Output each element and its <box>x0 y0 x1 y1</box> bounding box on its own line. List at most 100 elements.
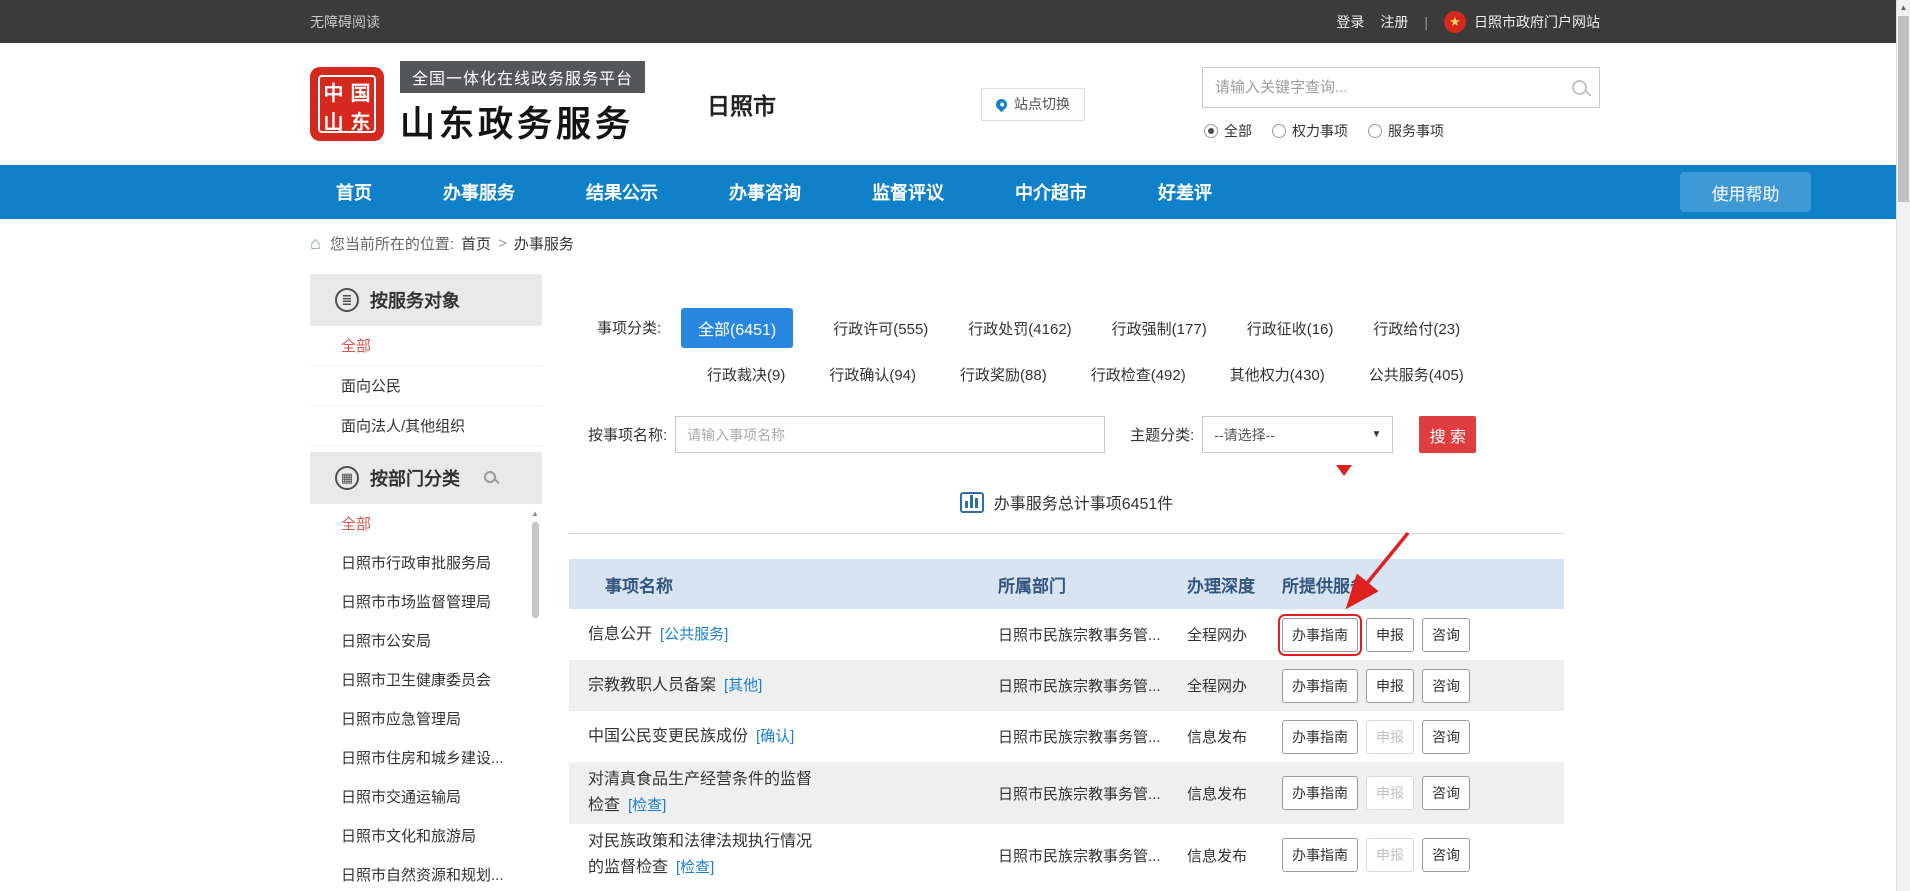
sidebar-item-all-targets[interactable]: 全部 <box>310 326 542 366</box>
service-target-list: 全部 面向公民 面向法人/其他组织 <box>310 326 542 446</box>
consult-button[interactable]: 咨询 <box>1422 669 1470 703</box>
category-chips-row-1: 全部(6451) 行政许可(555) 行政处罚(4162) 行政强制(177) … <box>681 308 1564 348</box>
sidebar-item-department[interactable]: 日照市应急管理局 <box>310 699 542 738</box>
sidebar-scrollbar-thumb[interactable] <box>532 522 539 618</box>
sidebar-item-legal-persons[interactable]: 面向法人/其他组织 <box>310 406 542 446</box>
search-icon[interactable] <box>1572 80 1587 95</box>
category-chips-row-2: 行政裁决(9) 行政确认(94) 行政奖励(88) 行政检查(492) 其他权力… <box>707 364 1564 385</box>
category-chip[interactable]: 行政征收(16) <box>1247 318 1334 339</box>
topic-label: 主题分类: <box>1130 424 1194 445</box>
nav-item-supervision[interactable]: 监督评议 <box>872 179 944 205</box>
radio-icon <box>1204 124 1218 138</box>
item-department: 日照市民族宗教事务管... <box>998 675 1187 696</box>
search-input[interactable] <box>1215 79 1564 96</box>
scroll-up-icon[interactable]: ▲ <box>1897 0 1910 15</box>
breadcrumb-separator: > <box>498 235 507 252</box>
scope-radio-power[interactable]: 权力事项 <box>1272 121 1348 141</box>
sidebar-item-citizens[interactable]: 面向公民 <box>310 366 542 406</box>
guide-button[interactable]: 办事指南 <box>1282 776 1358 810</box>
summary-row: 办事服务总计事项6451件 <box>569 490 1564 514</box>
nav-item-home[interactable]: 首页 <box>336 179 372 205</box>
category-tag-link[interactable]: [检查] <box>628 797 666 814</box>
apply-button[interactable]: 申报 <box>1366 669 1414 703</box>
nav-item-results[interactable]: 结果公示 <box>586 179 658 205</box>
page-scrollbar[interactable]: ▲ <box>1896 0 1910 891</box>
guide-button[interactable]: 办事指南 <box>1282 618 1358 652</box>
sidebar-item-department[interactable]: 日照市文化和旅游局 <box>310 816 542 855</box>
item-name: 中国公民变更民族成份 <box>588 728 748 745</box>
category-chip[interactable]: 行政强制(177) <box>1112 318 1207 339</box>
column-header-services: 所提供服务 <box>1282 572 1564 597</box>
help-button[interactable]: 使用帮助 <box>1680 172 1811 212</box>
search-button[interactable]: 搜 索 <box>1419 416 1476 453</box>
category-chip[interactable]: 行政许可(555) <box>833 318 928 339</box>
nav-item-services[interactable]: 办事服务 <box>443 179 515 205</box>
category-tag-link[interactable]: [公共服务] <box>660 626 728 643</box>
category-tag-link[interactable]: [确认] <box>756 728 794 745</box>
category-chip[interactable]: 行政奖励(88) <box>960 364 1047 385</box>
nav-item-intermediary[interactable]: 中介超市 <box>1015 179 1087 205</box>
sidebar-item-department[interactable]: 日照市自然资源和规划... <box>310 855 542 891</box>
register-link[interactable]: 注册 <box>1380 12 1408 32</box>
sidebar-item-all-departments[interactable]: 全部 <box>310 504 542 543</box>
divider <box>569 533 1564 534</box>
login-link[interactable]: 登录 <box>1336 12 1364 32</box>
site-switch-button[interactable]: 站点切换 <box>981 88 1085 121</box>
location-pin-icon <box>994 96 1010 112</box>
search-box <box>1202 67 1600 108</box>
sidebar-item-department[interactable]: 日照市交通运输局 <box>310 777 542 816</box>
category-chip[interactable]: 行政处罚(4162) <box>968 318 1071 339</box>
apply-button[interactable]: 申报 <box>1366 618 1414 652</box>
site-seal-logo: 中 国 山 东 <box>310 67 384 141</box>
nav-item-rating[interactable]: 好差评 <box>1158 179 1212 205</box>
item-name: 宗教教职人员备案 <box>588 677 716 694</box>
category-chip-all[interactable]: 全部(6451) <box>681 308 793 348</box>
scope-radio-all[interactable]: 全部 <box>1204 121 1252 141</box>
summary-text: 办事服务总计事项6451件 <box>994 490 1174 514</box>
sidebar-item-department[interactable]: 日照市市场监督管理局 <box>310 582 542 621</box>
guide-button[interactable]: 办事指南 <box>1282 720 1358 754</box>
city-name: 日照市 <box>707 87 776 121</box>
item-name-label: 按事项名称: <box>588 424 667 445</box>
scroll-up-icon[interactable]: ▲ <box>531 510 539 518</box>
site-name: 山东政务服务 <box>400 96 645 147</box>
category-chip[interactable]: 行政确认(94) <box>829 364 916 385</box>
nav-item-consult[interactable]: 办事咨询 <box>729 179 801 205</box>
breadcrumb-home-link[interactable]: 首页 <box>461 233 491 254</box>
topbar-right: 登录 注册 | ★ 日照市政府门户网站 <box>1336 11 1600 33</box>
seal-char: 中 <box>324 77 344 106</box>
category-chip[interactable]: 其他权力(430) <box>1230 364 1325 385</box>
item-name-input[interactable] <box>675 416 1105 453</box>
sidebar-scrollbar: ▲ <box>531 510 539 618</box>
category-chip[interactable]: 公共服务(405) <box>1369 364 1464 385</box>
content-panel: 事项分类: 全部(6451) 行政许可(555) 行政处罚(4162) 行政强制… <box>542 274 1600 886</box>
portal-link[interactable]: ★ 日照市政府门户网站 <box>1444 11 1600 33</box>
category-chip[interactable]: 行政裁决(9) <box>707 364 785 385</box>
table-row: 对清真食品生产经营条件的监督检查[检查] 日照市民族宗教事务管... 信息发布 … <box>569 762 1564 824</box>
platform-badge: 全国一体化在线政务服务平台 <box>400 61 645 93</box>
guide-button[interactable]: 办事指南 <box>1282 838 1358 872</box>
sidebar-item-department[interactable]: 日照市住房和城乡建设... <box>310 738 542 777</box>
sidebar-item-department[interactable]: 日照市行政审批服务局 <box>310 543 542 582</box>
sidebar-item-department[interactable]: 日照市公安局 <box>310 621 542 660</box>
chart-icon <box>960 492 984 513</box>
sidebar-search-icon[interactable] <box>484 471 496 483</box>
topic-select-value: --请选择-- <box>1214 425 1275 445</box>
consult-button[interactable]: 咨询 <box>1422 838 1470 872</box>
guide-button[interactable]: 办事指南 <box>1282 669 1358 703</box>
category-chip[interactable]: 行政给付(23) <box>1373 318 1460 339</box>
sidebar-item-department[interactable]: 日照市卫生健康委员会 <box>310 660 542 699</box>
topic-select[interactable]: --请选择-- ▼ <box>1202 416 1393 453</box>
page-scrollbar-thumb[interactable] <box>1898 16 1909 202</box>
consult-button[interactable]: 咨询 <box>1422 618 1470 652</box>
consult-button[interactable]: 咨询 <box>1422 776 1470 810</box>
item-depth: 全程网办 <box>1187 675 1282 696</box>
radio-icon <box>1272 124 1286 138</box>
category-tag-link[interactable]: [检查] <box>676 859 714 876</box>
category-tag-link[interactable]: [其他] <box>724 677 762 694</box>
consult-button[interactable]: 咨询 <box>1422 720 1470 754</box>
category-filter: 事项分类: 全部(6451) 行政许可(555) 行政处罚(4162) 行政强制… <box>569 308 1564 385</box>
scope-radio-service[interactable]: 服务事项 <box>1368 121 1444 141</box>
category-chip[interactable]: 行政检查(492) <box>1091 364 1186 385</box>
accessibility-link[interactable]: 无障碍阅读 <box>310 12 380 32</box>
